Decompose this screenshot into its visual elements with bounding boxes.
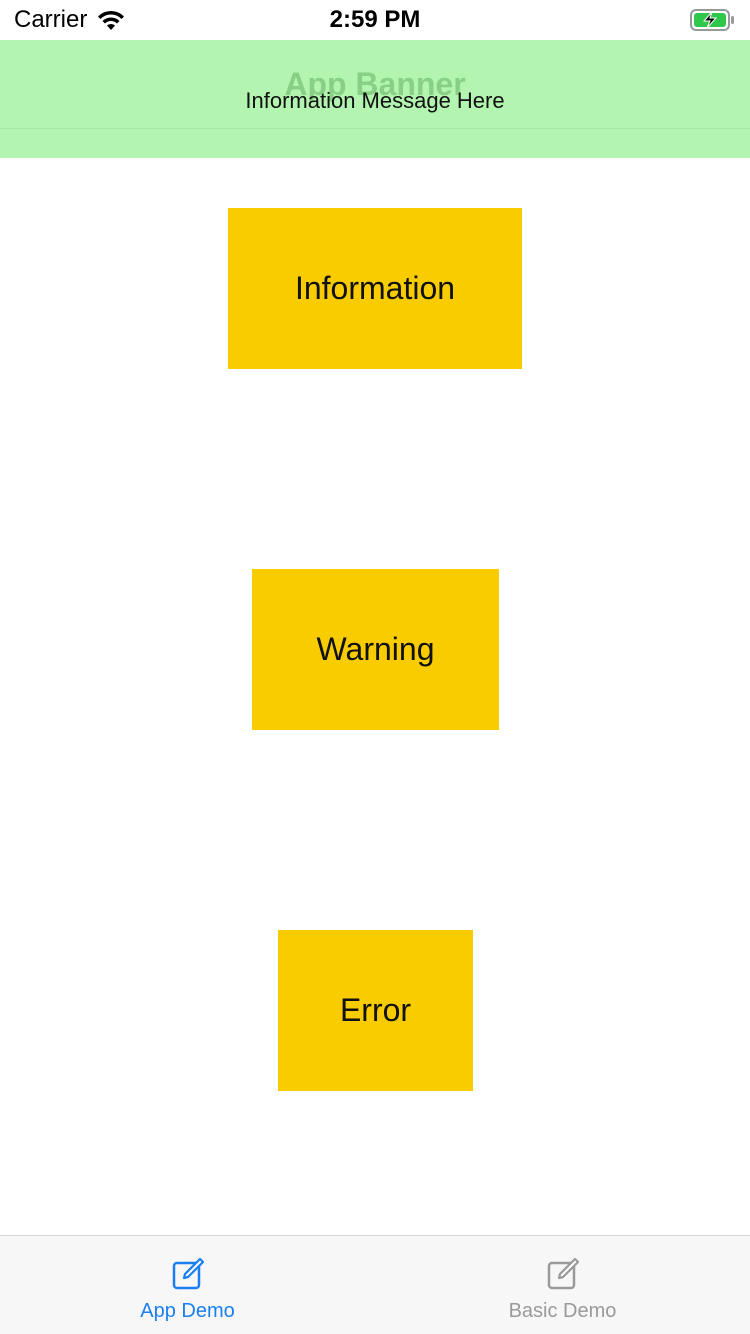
- banner-divider: [0, 128, 750, 129]
- tab-app-demo[interactable]: App Demo: [0, 1236, 375, 1334]
- banner-message: Information Message Here: [245, 88, 505, 113]
- tab-basic-demo[interactable]: Basic Demo: [375, 1236, 750, 1334]
- app-screen: Carrier 2:59 PM App Banner Information M…: [0, 0, 750, 1334]
- error-button[interactable]: Error: [278, 930, 473, 1091]
- status-time: 2:59 PM: [329, 6, 421, 33]
- compose-icon: [547, 1257, 579, 1290]
- tab-bar: App Demo Basic Demo: [0, 1235, 750, 1334]
- battery-charging-icon: [690, 9, 734, 31]
- warning-button[interactable]: Warning: [252, 569, 499, 730]
- status-bar: Carrier 2:59 PM: [0, 0, 750, 40]
- compose-icon: [172, 1257, 204, 1290]
- information-button[interactable]: Information: [228, 208, 522, 369]
- tab-label: Basic Demo: [508, 1300, 617, 1322]
- app-banner: App Banner Information Message Here: [0, 40, 750, 158]
- tab-label: App Demo: [140, 1300, 235, 1322]
